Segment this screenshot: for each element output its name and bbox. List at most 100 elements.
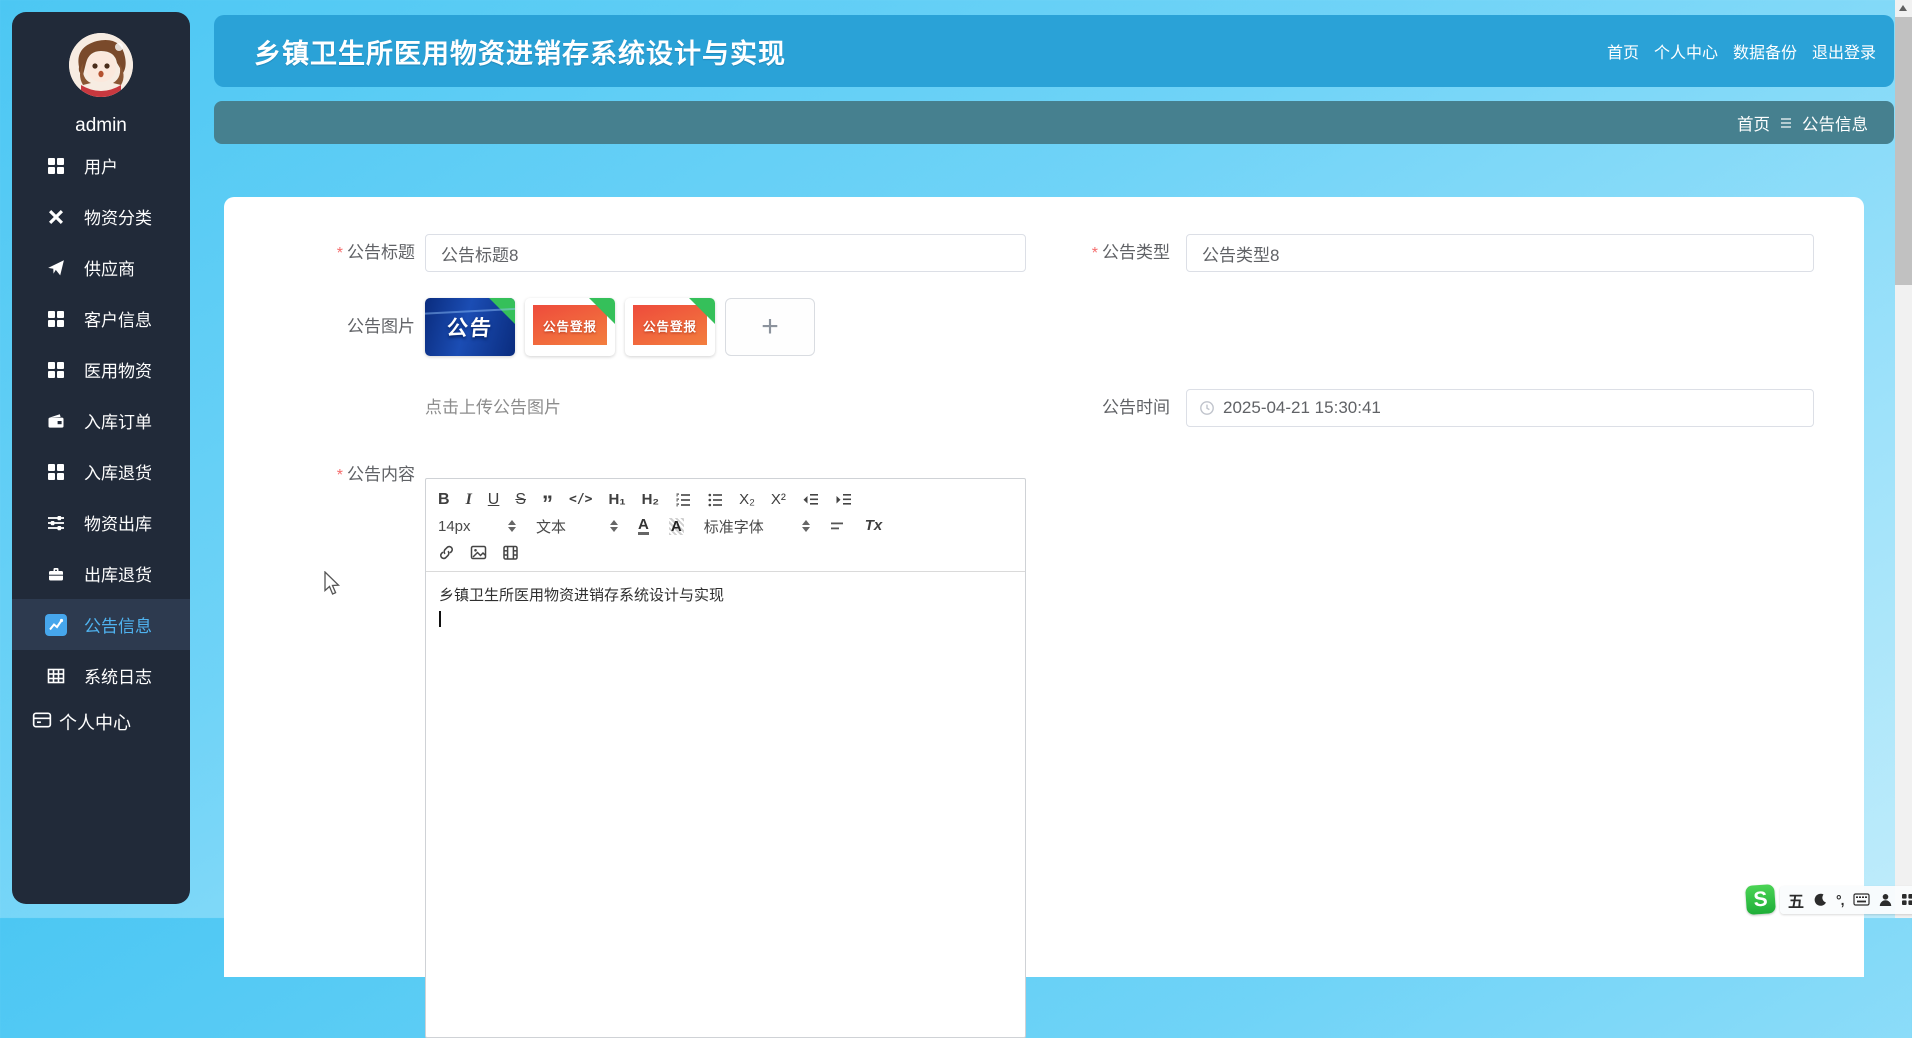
bold-button[interactable]: B (438, 488, 450, 512)
time-input[interactable]: 2025-04-21 15:30:41 (1186, 389, 1814, 427)
nav-data-backup[interactable]: 数据备份 (1733, 39, 1797, 63)
app-header: 乡镇卫生所医用物资进销存系统设计与实现 首页 个人中心 数据备份 退出登录 (214, 15, 1894, 87)
required-asterisk: * (336, 245, 343, 262)
ime-tray: 五 °, (1780, 885, 1912, 914)
ime-wubi-mode[interactable]: 五 (1788, 888, 1804, 912)
image-upload-button[interactable]: + (725, 298, 815, 356)
editor-content-area[interactable]: 乡镇卫生所医用物资进销存系统设计与实现 (426, 572, 1025, 1016)
editor-text-line: 乡镇卫生所医用物资进销存系统设计与实现 (439, 587, 725, 604)
font-family-select[interactable]: 标准字体 (704, 516, 810, 537)
editor-toolbar: B I U S ” </> H₁ H₂ X₂ X² 14px 文本 A A 标准… (426, 479, 1025, 572)
scroll-up-arrow-icon[interactable] (1899, 5, 1907, 11)
user-icon[interactable] (1879, 893, 1892, 907)
vertical-scrollbar[interactable] (1895, 0, 1912, 918)
rich-text-editor: B I U S ” </> H₁ H₂ X₂ X² 14px 文本 A A 标准… (425, 478, 1026, 1038)
avatar (69, 33, 133, 97)
announcement-image-thumb[interactable]: 公告 (425, 298, 515, 356)
sidebar-menu: 用户 物资分类 供应商 客户信息 医用物资 入库订单 入库退货 物资出库 出库退… (12, 140, 190, 701)
subscript-button[interactable]: X₂ (739, 488, 755, 512)
strikethrough-button[interactable]: S (515, 488, 526, 512)
heading2-button[interactable]: H₂ (642, 488, 660, 512)
breadcrumb-separator-icon (1779, 117, 1793, 129)
upload-hint: 点击上传公告图片 (425, 398, 561, 417)
announcement-form-panel: *公告标题 *公告类型 公告图片 公告 公告登报 公告登报 + 点击上传公告图片… (224, 197, 1864, 1038)
unordered-list-icon[interactable] (707, 492, 723, 508)
thumb-text: 公告 (445, 317, 495, 340)
indent-icon[interactable] (835, 492, 852, 508)
font-size-select[interactable]: 14px (438, 518, 516, 535)
announcement-image-thumb[interactable]: 公告登报 (525, 298, 615, 356)
sidebar-item-label: 入库订单 (84, 413, 152, 432)
sidebar-item-users[interactable]: 用户 (12, 140, 190, 191)
italic-button[interactable]: I (466, 488, 472, 512)
nav-personal-center[interactable]: 个人中心 (1654, 39, 1718, 63)
chevron-updown-icon (508, 520, 516, 532)
corner-ribbon-icon (689, 298, 715, 324)
image-icon[interactable] (470, 544, 487, 561)
sidebar-item-supplier[interactable]: 供应商 (12, 242, 190, 293)
heading1-button[interactable]: H₁ (609, 488, 626, 512)
ordered-list-icon[interactable] (675, 492, 691, 508)
clock-icon (1199, 400, 1215, 416)
category-icon (45, 206, 67, 228)
ime-toolbar: S 五 °, (1745, 884, 1912, 915)
toolbox-grid-icon[interactable] (1901, 893, 1912, 906)
sidebar-item-label: 供应商 (84, 260, 135, 279)
sidebar-item-material-category[interactable]: 物资分类 (12, 191, 190, 242)
text-cursor (439, 611, 441, 627)
paragraph-format-select[interactable]: 文本 (536, 516, 618, 537)
sidebar-item-label: 客户信息 (84, 311, 152, 330)
announcement-image-thumb[interactable]: 公告登报 (625, 298, 715, 356)
sidebar-item-label: 出库退货 (84, 566, 152, 585)
sidebar-item-inbound-return[interactable]: 入库退货 (12, 446, 190, 497)
sidebar-item-announcement[interactable]: 公告信息 (12, 599, 190, 650)
sidebar-item-outbound-return[interactable]: 出库退货 (12, 548, 190, 599)
corner-ribbon-icon (489, 298, 515, 324)
window-icon (32, 710, 52, 735)
background-color-button[interactable]: A (668, 517, 684, 535)
time-value: 2025-04-21 15:30:41 (1223, 398, 1381, 417)
scrollbar-thumb[interactable] (1895, 17, 1912, 285)
nav-home[interactable]: 首页 (1607, 39, 1639, 63)
content-label: * 公告内容 (336, 465, 415, 484)
sidebar-item-outbound[interactable]: 物资出库 (12, 497, 190, 548)
sidebar-item-inbound-order[interactable]: 入库订单 (12, 395, 190, 446)
sidebar-item-system-log[interactable]: 系统日志 (12, 650, 190, 701)
superscript-button[interactable]: X² (771, 488, 786, 512)
text-color-button[interactable]: A (638, 517, 649, 535)
breadcrumb-home[interactable]: 首页 (1737, 111, 1770, 135)
breadcrumb-current: 公告信息 (1802, 115, 1868, 134)
align-icon[interactable] (830, 519, 845, 534)
keyboard-icon[interactable] (1852, 893, 1870, 906)
type-label: * 公告类型 (1091, 243, 1170, 262)
chevron-updown-icon (801, 520, 810, 532)
grid-icon (45, 461, 67, 483)
sidebar-item-medical-supplies[interactable]: 医用物资 (12, 344, 190, 395)
type-input[interactable] (1186, 234, 1814, 272)
grid-icon (45, 155, 67, 177)
code-button[interactable]: </> (569, 488, 592, 512)
sidebar-item-customer-info[interactable]: 客户信息 (12, 293, 190, 344)
nav-logout[interactable]: 退出登录 (1812, 39, 1876, 63)
sidebar: admin 用户 物资分类 供应商 客户信息 医用物资 入库订单 入库退货 物资… (12, 12, 190, 904)
plus-icon: + (761, 310, 779, 343)
header-nav: 首页 个人中心 数据备份 退出登录 (1607, 39, 1876, 63)
ime-logo-icon[interactable]: S (1745, 884, 1776, 915)
video-icon[interactable] (502, 544, 519, 561)
moon-icon[interactable] (1813, 893, 1827, 907)
briefcase-icon (45, 563, 67, 585)
clear-format-button[interactable]: Tx (865, 514, 883, 538)
page-title: 乡镇卫生所医用物资进销存系统设计与实现 (254, 38, 786, 69)
sliders-icon (45, 512, 67, 534)
time-label: 公告时间 (1102, 398, 1170, 417)
sidebar-item-label: 用户 (84, 158, 118, 177)
link-icon[interactable] (438, 544, 455, 561)
required-asterisk: * (336, 467, 343, 484)
underline-button[interactable]: U (488, 488, 500, 512)
sidebar-item-personal-center[interactable]: 个人中心 (12, 709, 190, 735)
outdent-icon[interactable] (802, 492, 819, 508)
sidebar-item-label: 系统日志 (84, 668, 152, 687)
blockquote-button[interactable]: ” (542, 493, 553, 515)
ime-punctuation-mode[interactable]: °, (1836, 892, 1844, 908)
chevron-updown-icon (610, 520, 618, 532)
